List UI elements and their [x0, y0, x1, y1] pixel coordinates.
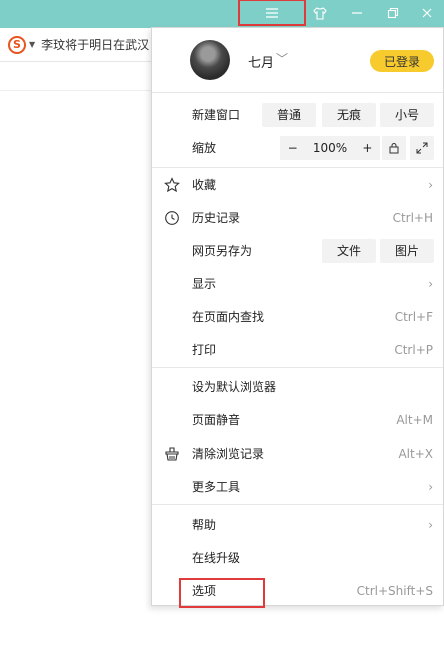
menu-item-label: 在页面内查找	[192, 310, 265, 324]
menu-item-label: 页面静音	[192, 413, 241, 427]
divider	[152, 92, 443, 93]
divider	[0, 90, 152, 91]
star-icon	[164, 176, 180, 193]
menu-item-shortcut: Ctrl+H	[392, 210, 433, 225]
skin-button[interactable]	[306, 0, 334, 26]
chevron-right-icon: ›	[428, 177, 433, 192]
chevron-right-icon: ›	[428, 517, 433, 532]
menu-item-clear-history[interactable]: 清除浏览记录 Alt+X	[152, 437, 443, 470]
menu-item-shortcut: Ctrl+P	[394, 342, 433, 357]
menu-item-shortcut: Ctrl+F	[394, 309, 433, 324]
menu-item-label: 显示	[192, 277, 217, 291]
minimize-icon	[352, 12, 362, 14]
chevron-down-icon[interactable]: ﹀	[276, 50, 288, 67]
zoom-row: 缩放 − 100% +	[152, 131, 443, 164]
minimize-button[interactable]	[344, 0, 370, 26]
username[interactable]: 七月	[248, 52, 274, 71]
main-menu-button[interactable]	[238, 0, 306, 26]
avatar[interactable]	[190, 40, 230, 80]
new-window-normal-button[interactable]: 普通	[262, 102, 316, 127]
restore-icon	[387, 7, 399, 19]
new-window-label: 新建窗口	[192, 108, 241, 122]
menu-item-label: 清除浏览记录	[192, 447, 265, 461]
lock-zoom-button[interactable]	[382, 135, 406, 160]
save-as-file-button[interactable]: 文件	[322, 238, 376, 263]
login-status-button[interactable]: 已登录	[370, 50, 434, 72]
search-text[interactable]: 李玟将于明日在武汉	[41, 36, 151, 53]
close-button[interactable]	[414, 0, 440, 26]
fullscreen-button[interactable]	[410, 135, 434, 160]
search-engine-logo[interactable]: S	[8, 35, 26, 54]
menu-item-label: 历史记录	[192, 211, 241, 225]
restore-button[interactable]	[380, 0, 406, 26]
new-window-incognito-button[interactable]: 无痕	[322, 102, 376, 127]
menu-item-label: 在线升级	[192, 551, 241, 565]
search-bar[interactable]: S ▼ 李玟将于明日在武汉	[0, 28, 152, 62]
menu-item-display[interactable]: 显示 ›	[152, 267, 443, 300]
menu-item-history[interactable]: 历史记录 Ctrl+H	[152, 201, 443, 234]
menu-item-label: 设为默认浏览器	[192, 380, 277, 394]
menu-item-label: 收藏	[192, 178, 217, 192]
menu-item-shortcut: Ctrl+Shift+S	[356, 583, 433, 598]
chevron-right-icon: ›	[428, 479, 433, 494]
menu-item-favorites[interactable]: 收藏 ›	[152, 168, 443, 201]
menu-item-shortcut: Alt+M	[396, 412, 433, 427]
zoom-label: 缩放	[192, 141, 217, 155]
menu-item-more-tools[interactable]: 更多工具 ›	[152, 470, 443, 503]
zoom-out-button[interactable]: −	[288, 141, 298, 155]
new-window-row: 新建窗口 普通 无痕 小号	[152, 98, 443, 131]
clock-icon	[164, 210, 180, 226]
new-window-small-button[interactable]: 小号	[380, 102, 434, 127]
highlight-box	[179, 578, 265, 608]
fullscreen-icon	[416, 142, 428, 153]
menu-item-label: 帮助	[192, 518, 217, 532]
menu-item-help[interactable]: 帮助 ›	[152, 508, 443, 541]
lock-icon	[389, 142, 399, 153]
menu-item-find[interactable]: 在页面内查找 Ctrl+F	[152, 300, 443, 333]
menu-item-label: 更多工具	[192, 480, 241, 494]
main-menu-panel: 七月 ﹀ 已登录 新建窗口 普通 无痕 小号 缩放 − 100% + 收藏 ›	[151, 27, 444, 606]
menu-item-label: 打印	[192, 343, 217, 357]
menu-item-print[interactable]: 打印 Ctrl+P	[152, 333, 443, 366]
zoom-control: − 100% +	[280, 135, 380, 160]
menu-item-mute[interactable]: 页面静音 Alt+M	[152, 403, 443, 436]
close-icon	[422, 8, 432, 18]
chevron-down-icon[interactable]: ▼	[29, 40, 35, 49]
menu-item-save-as: 网页另存为 文件 图片	[152, 234, 443, 267]
menu-item-shortcut: Alt+X	[398, 446, 433, 461]
save-as-image-button[interactable]: 图片	[380, 238, 434, 263]
divider	[152, 504, 443, 505]
skin-icon	[313, 6, 327, 20]
divider	[152, 367, 443, 368]
zoom-level: 100%	[312, 140, 348, 155]
menu-item-upgrade[interactable]: 在线升级	[152, 541, 443, 574]
broom-icon	[164, 446, 180, 462]
title-bar	[0, 0, 444, 28]
zoom-in-button[interactable]: +	[362, 141, 372, 155]
profile-section: 七月 ﹀ 已登录	[152, 28, 443, 92]
menu-item-set-default[interactable]: 设为默认浏览器	[152, 370, 443, 403]
menu-icon	[266, 7, 278, 18]
chevron-right-icon: ›	[428, 276, 433, 291]
menu-item-label: 网页另存为	[192, 244, 253, 258]
